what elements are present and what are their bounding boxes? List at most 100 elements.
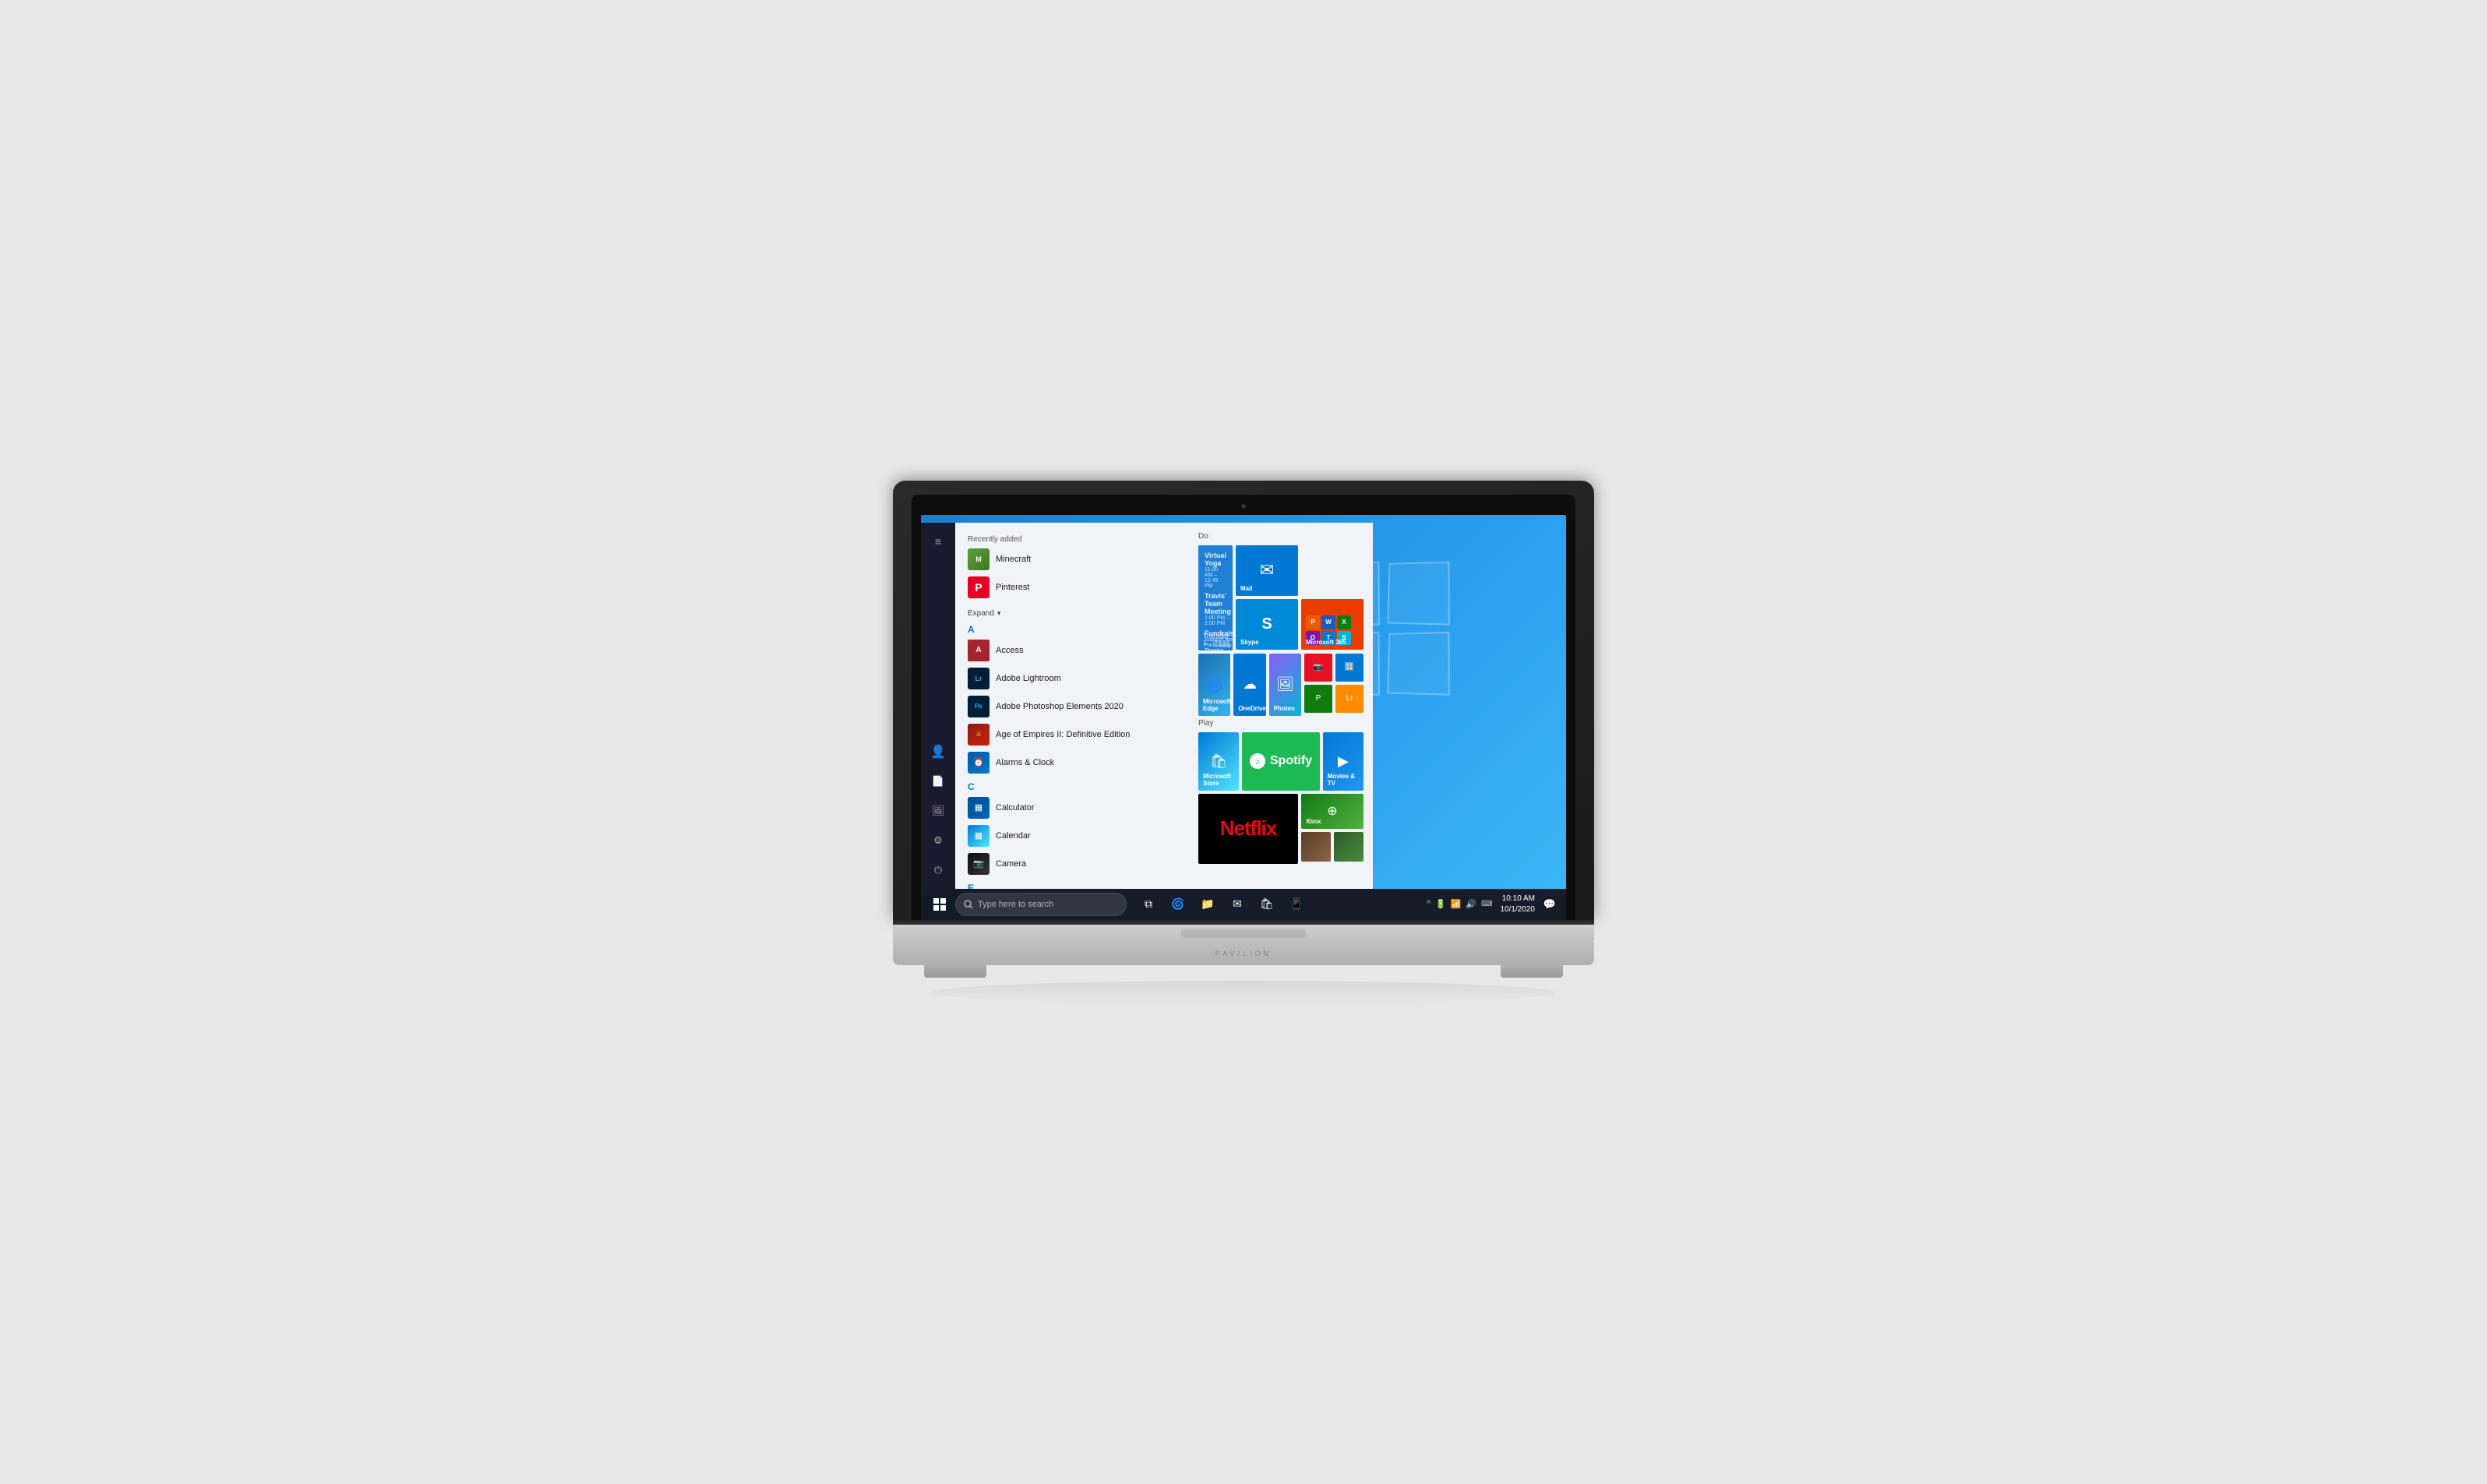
volume-icon[interactable]: 🔊 bbox=[1466, 899, 1476, 909]
photos-tile[interactable]: 🖼 Photos bbox=[1269, 654, 1301, 716]
event1-title: Virtual Yoga bbox=[1205, 552, 1226, 567]
app-photoshop[interactable]: Ps Adobe Photoshop Elements 2020 bbox=[955, 693, 1189, 721]
edge-tile-name: Microsoft Edge bbox=[1203, 698, 1230, 712]
do-tiles-row2: 🌀 Microsoft Edge ☁ OneDrive 🖼 Photos bbox=[1198, 654, 1363, 716]
battery-icon: 🔋 bbox=[1435, 899, 1446, 909]
xbox-tile[interactable]: ⊕ Xbox bbox=[1301, 794, 1363, 829]
xbox-group: ⊕ Xbox bbox=[1301, 794, 1363, 864]
file-explorer-icon[interactable]: 📁 bbox=[1194, 890, 1222, 918]
minecraft-icon: M bbox=[968, 548, 990, 570]
app-calculator[interactable]: ▦ Calculator bbox=[955, 794, 1189, 822]
alarms-icon: ⏰ bbox=[968, 752, 990, 774]
expand-button[interactable]: Expand ▾ bbox=[955, 608, 1189, 619]
laptop-feet bbox=[893, 965, 1594, 978]
small-tile-3[interactable]: P bbox=[1304, 685, 1332, 713]
foot-right bbox=[1501, 965, 1563, 978]
game-thumb-1 bbox=[1301, 832, 1331, 862]
small-tile-1[interactable]: 📷 bbox=[1304, 654, 1332, 682]
clock-date: 10/1/2020 bbox=[1501, 904, 1536, 915]
play-tiles-row2: Netflix ⊕ Xbox bbox=[1198, 794, 1363, 864]
start-left-sidebar: ≡ 👤 📄 🖼 ⚙ ⏻ bbox=[921, 523, 955, 889]
alarms-label: Alarms & Clock bbox=[996, 758, 1054, 767]
event1-time: 11:00 AM – 12:45 PM bbox=[1205, 567, 1226, 589]
photos-tile-name: Photos bbox=[1274, 705, 1295, 712]
skype-tile[interactable]: S Skype bbox=[1236, 599, 1298, 650]
mail-skype-group: ✉ Mail S Skype bbox=[1236, 545, 1363, 650]
notification-center-icon[interactable]: 💬 bbox=[1538, 893, 1561, 916]
alpha-e: E bbox=[955, 878, 1189, 889]
power-icon[interactable]: ⏻ bbox=[926, 858, 951, 883]
base-bottom: PAVILION bbox=[893, 942, 1594, 965]
system-tray: ^ 🔋 📶 🔊 ⌨ 10:10 AM 10/1/2020 💬 bbox=[1422, 893, 1561, 916]
app-access[interactable]: A Access bbox=[955, 636, 1189, 664]
task-view-icon[interactable]: ⧉ bbox=[1134, 890, 1162, 918]
user-icon[interactable]: 👤 bbox=[926, 739, 951, 764]
moviestv-tile[interactable]: ▶ Movies & TV bbox=[1323, 732, 1363, 791]
keyboard-icon: ⌨ bbox=[1481, 900, 1492, 908]
alpha-a: A bbox=[955, 619, 1189, 636]
app-alarms[interactable]: ⏰ Alarms & Clock bbox=[955, 749, 1189, 777]
clock-display[interactable]: 10:10 AM 10/1/2020 bbox=[1501, 894, 1536, 915]
tiles-area: Do Virtual Yoga 11:00 AM – 12:45 PM Trav… bbox=[1189, 523, 1373, 889]
edge-tile[interactable]: 🌀 Microsoft Edge bbox=[1198, 654, 1230, 716]
spotify-logo: ♪ bbox=[1250, 753, 1265, 769]
moviestv-tile-name: Movies & TV bbox=[1328, 773, 1363, 787]
netflix-tile[interactable]: Netflix bbox=[1198, 794, 1298, 864]
phone-link-icon[interactable]: 📱 bbox=[1282, 890, 1311, 918]
onedrive-tile-name: OneDrive bbox=[1238, 705, 1265, 712]
hamburger-menu-icon[interactable]: ≡ bbox=[926, 529, 951, 554]
documents-icon[interactable]: 📄 bbox=[926, 769, 951, 794]
edge-taskbar-icon[interactable]: 🌀 bbox=[1164, 890, 1192, 918]
chevron-up-icon[interactable]: ^ bbox=[1427, 900, 1430, 908]
spotify-tile[interactable]: ♪ Spotify bbox=[1242, 732, 1320, 791]
alpha-c: C bbox=[955, 777, 1189, 794]
win-logo-pane-tr bbox=[1387, 561, 1450, 625]
m365-tile[interactable]: P W X O T S Microsoft 365 bbox=[1301, 599, 1363, 650]
small-tile-2[interactable]: 🔢 bbox=[1335, 654, 1363, 682]
app-aoe[interactable]: ⚔ Age of Empires II: Definitive Edition bbox=[955, 721, 1189, 749]
expand-chevron: ▾ bbox=[997, 609, 1001, 618]
calendar-tile[interactable]: Virtual Yoga 11:00 AM – 12:45 PM Travis'… bbox=[1198, 545, 1233, 650]
taskbar: Type here to search ⧉ 🌀 📁 ✉ 🛍 📱 ^ 🔋 bbox=[921, 889, 1566, 920]
event2-title: Travis' Team Meeting bbox=[1205, 592, 1231, 615]
small-tile-4[interactable]: Lr bbox=[1335, 685, 1363, 713]
photoshop-label: Adobe Photoshop Elements 2020 bbox=[996, 702, 1124, 711]
mail-tile[interactable]: ✉ Mail bbox=[1236, 545, 1298, 596]
mail-tile-name: Mail bbox=[1240, 585, 1253, 592]
camera-icon: 📷 bbox=[968, 853, 990, 875]
netflix-text: Netflix bbox=[1220, 816, 1276, 841]
aoe-label: Age of Empires II: Definitive Edition bbox=[996, 730, 1130, 739]
app-calendar[interactable]: ▦ Calendar bbox=[955, 822, 1189, 850]
pictures-icon[interactable]: 🖼 bbox=[926, 798, 951, 823]
camera bbox=[1241, 504, 1246, 509]
app-list: Recently added M Minecraft P Pinterest bbox=[955, 523, 1189, 889]
app-minecraft[interactable]: M Minecraft bbox=[955, 545, 1189, 573]
store-taskbar-icon[interactable]: 🛍 bbox=[1253, 890, 1281, 918]
app-camera[interactable]: 📷 Camera bbox=[955, 850, 1189, 878]
msstore-tile[interactable]: 🛍 Microsoft Store bbox=[1198, 732, 1239, 791]
pinterest-icon: P bbox=[968, 576, 990, 598]
search-bar[interactable]: Type here to search bbox=[955, 893, 1127, 916]
recently-added-section: Recently added M Minecraft P Pinterest bbox=[955, 532, 1189, 608]
do-tiles-row1: Virtual Yoga 11:00 AM – 12:45 PM Travis'… bbox=[1198, 545, 1363, 650]
start-button[interactable] bbox=[926, 890, 954, 918]
calculator-icon: ▦ bbox=[968, 797, 990, 819]
win-logo-pane-br bbox=[1387, 631, 1450, 695]
do-section-label: Do bbox=[1198, 532, 1363, 541]
app-pinterest[interactable]: P Pinterest bbox=[955, 573, 1189, 601]
tray-icons: ^ 🔋 📶 🔊 ⌨ bbox=[1422, 899, 1497, 909]
m365-tile-name: Microsoft 365 bbox=[1306, 639, 1346, 646]
msstore-tile-name: Microsoft Store bbox=[1203, 773, 1239, 787]
mail-taskbar-icon[interactable]: ✉ bbox=[1223, 890, 1251, 918]
wifi-icon: 📶 bbox=[1451, 899, 1462, 909]
lightroom-label: Adobe Lightroom bbox=[996, 674, 1061, 683]
windows-start-icon bbox=[933, 898, 946, 911]
onedrive-tile[interactable]: ☁ OneDrive bbox=[1233, 654, 1265, 716]
app-lightroom[interactable]: Lr Adobe Lightroom bbox=[955, 664, 1189, 693]
access-icon: A bbox=[968, 640, 990, 661]
settings-icon[interactable]: ⚙ bbox=[926, 828, 951, 853]
m365-dot-w: W bbox=[1321, 615, 1335, 629]
model-label: PAVILION bbox=[1215, 950, 1272, 957]
foot-left bbox=[924, 965, 986, 978]
skype-m365-row: S Skype P W X O bbox=[1236, 599, 1363, 650]
